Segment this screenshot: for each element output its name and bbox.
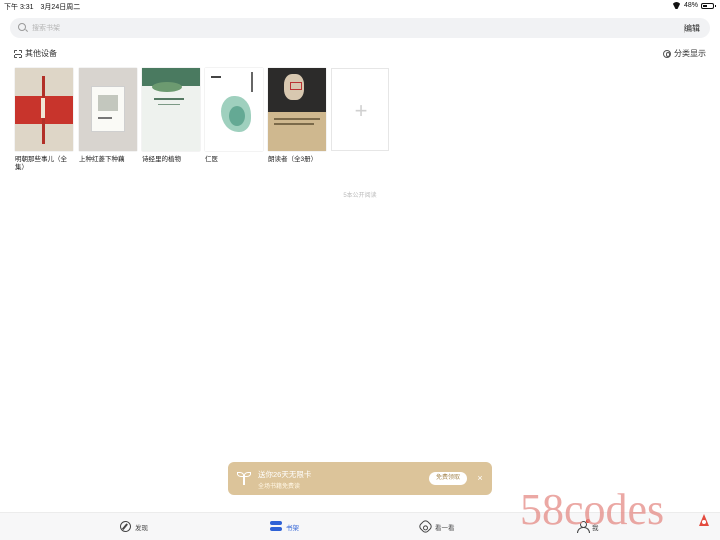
tab-bookshelf[interactable]: 书架 (270, 521, 299, 532)
bookshelf-icon (270, 521, 282, 532)
book-cover[interactable] (79, 68, 137, 151)
other-devices-button[interactable]: 其他设备 (14, 48, 57, 59)
book-title: 诗经里的植物 (142, 156, 181, 163)
wifi-icon (672, 2, 681, 9)
book-cover[interactable] (15, 68, 73, 151)
book-title: 仁医 (205, 156, 218, 163)
tab-discover[interactable]: 发现 (120, 521, 148, 532)
classify-display-button[interactable]: 分类显示 (663, 48, 706, 59)
status-bar-right: 48% (672, 2, 716, 9)
book-title: 明朝那些事儿（全集） (15, 156, 67, 171)
status-date: 3月24日周二 (40, 4, 81, 11)
edit-button[interactable]: 编辑 (684, 23, 700, 34)
scan-icon (14, 49, 22, 58)
compass-icon (120, 521, 131, 532)
claim-free-button[interactable]: 免费领取 (429, 472, 467, 485)
book-title: 朗读者（全3册） (268, 156, 318, 163)
book-title: 上种红菱下种藕 (79, 156, 125, 163)
tab-label: 书架 (286, 524, 299, 532)
promo-banner[interactable]: 送你26天无限卡 全场书籍免费读 免费领取 × (228, 462, 492, 495)
sprout-icon (237, 471, 251, 485)
flower-icon (417, 518, 434, 535)
watermark-logo-icon (696, 514, 710, 528)
battery-icon (701, 2, 716, 9)
watermark: 58codes (520, 485, 665, 534)
book-cover[interactable] (268, 68, 326, 151)
tab-label: 看一看 (435, 524, 455, 532)
promo-title: 送你26天无限卡 (258, 470, 312, 479)
search-bar: 编辑 (10, 18, 710, 38)
tab-label: 发现 (135, 524, 148, 532)
plus-icon: + (354, 98, 368, 123)
other-devices-label: 其他设备 (25, 49, 57, 58)
promo-subtitle: 全场书籍免费读 (258, 484, 301, 490)
book-cover[interactable] (205, 68, 263, 151)
close-icon[interactable]: × (474, 472, 486, 485)
add-book-button[interactable]: + (331, 68, 389, 151)
battery-fill (703, 4, 708, 7)
search-icon (18, 23, 26, 31)
battery-percent: 48% (683, 2, 698, 9)
status-bar: 下午 3:31 3月24日周二 48% (0, 0, 720, 12)
status-time: 下午 3:31 (4, 4, 34, 11)
tab-look[interactable]: 看一看 (417, 518, 455, 535)
status-bar-left: 下午 3:31 3月24日周二 (4, 2, 85, 12)
shelf-count-text: 5本公开阅读 (343, 193, 377, 199)
classify-display-label: 分类显示 (674, 49, 706, 58)
book-cover[interactable] (142, 68, 200, 151)
search-input[interactable] (32, 18, 592, 38)
shelf-toolbar: 其他设备 分类显示 (14, 48, 706, 60)
settings-icon (663, 49, 671, 58)
